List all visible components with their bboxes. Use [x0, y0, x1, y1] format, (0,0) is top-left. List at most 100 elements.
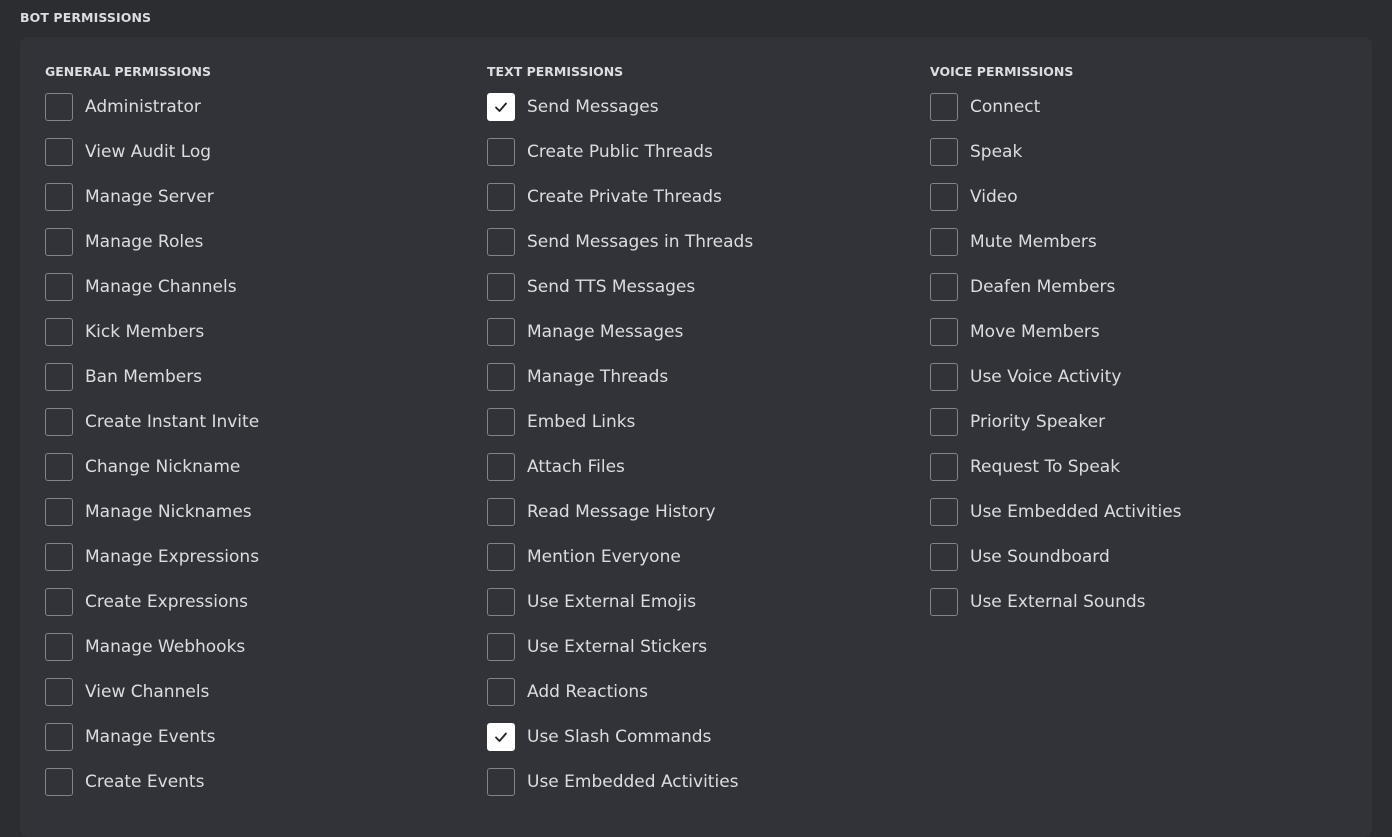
permission-row-voice-use-voice-activity[interactable]: Use Voice Activity: [930, 362, 1182, 392]
permission-row-text-use-external-stickers[interactable]: Use External Stickers: [487, 632, 753, 662]
permission-row-general-manage-server[interactable]: Manage Server: [45, 182, 259, 212]
permission-row-general-manage-roles[interactable]: Manage Roles: [45, 227, 259, 257]
permission-row-text-manage-messages[interactable]: Manage Messages: [487, 317, 753, 347]
permission-checkbox[interactable]: [45, 543, 73, 571]
permission-checkbox[interactable]: [45, 138, 73, 166]
permission-row-general-manage-channels[interactable]: Manage Channels: [45, 272, 259, 302]
permission-row-text-send-messages-in-threads[interactable]: Send Messages in Threads: [487, 227, 753, 257]
permission-checkbox[interactable]: [487, 588, 515, 616]
permission-checkbox[interactable]: [930, 498, 958, 526]
permission-row-text-create-public-threads[interactable]: Create Public Threads: [487, 137, 753, 167]
permission-checkbox[interactable]: [487, 363, 515, 391]
permission-row-voice-use-embedded-activities[interactable]: Use Embedded Activities: [930, 497, 1182, 527]
permission-row-general-kick-members[interactable]: Kick Members: [45, 317, 259, 347]
permission-checkbox[interactable]: [45, 93, 73, 121]
permission-row-general-manage-expressions[interactable]: Manage Expressions: [45, 542, 259, 572]
permission-row-text-embed-links[interactable]: Embed Links: [487, 407, 753, 437]
permission-row-text-attach-files[interactable]: Attach Files: [487, 452, 753, 482]
permission-label: Use External Emojis: [527, 592, 697, 612]
permission-row-text-use-embedded-activities[interactable]: Use Embedded Activities: [487, 767, 753, 797]
permission-row-voice-use-external-sounds[interactable]: Use External Sounds: [930, 587, 1182, 617]
permission-checkbox[interactable]: [930, 588, 958, 616]
permission-row-text-manage-threads[interactable]: Manage Threads: [487, 362, 753, 392]
permission-checkbox[interactable]: [930, 93, 958, 121]
permission-checkbox[interactable]: [45, 453, 73, 481]
permission-row-general-create-instant-invite[interactable]: Create Instant Invite: [45, 407, 259, 437]
permission-checkbox[interactable]: [487, 138, 515, 166]
permission-label: Manage Nicknames: [85, 502, 252, 522]
permission-checkbox[interactable]: [930, 183, 958, 211]
permission-row-voice-mute-members[interactable]: Mute Members: [930, 227, 1182, 257]
permission-checkbox[interactable]: [930, 453, 958, 481]
permission-checkbox[interactable]: [930, 543, 958, 571]
permission-checkbox[interactable]: [45, 633, 73, 661]
voice-permissions-heading: VOICE PERMISSIONS: [930, 64, 1074, 79]
permission-checkbox[interactable]: [45, 768, 73, 796]
permission-checkbox[interactable]: [487, 768, 515, 796]
permission-row-general-ban-members[interactable]: Ban Members: [45, 362, 259, 392]
permission-label: Connect: [970, 97, 1041, 117]
permission-row-voice-connect[interactable]: Connect: [930, 92, 1182, 122]
permission-checkbox[interactable]: [45, 408, 73, 436]
permission-checkbox[interactable]: [487, 498, 515, 526]
permission-checkbox[interactable]: [45, 318, 73, 346]
permission-row-text-send-messages[interactable]: Send Messages: [487, 92, 753, 122]
permission-checkbox[interactable]: [930, 273, 958, 301]
permission-checkbox[interactable]: [45, 363, 73, 391]
permission-checkbox[interactable]: [45, 498, 73, 526]
permission-row-general-manage-events[interactable]: Manage Events: [45, 722, 259, 752]
permission-label: View Audit Log: [85, 142, 212, 162]
permission-row-text-use-external-emojis[interactable]: Use External Emojis: [487, 587, 753, 617]
permission-row-text-use-slash-commands[interactable]: Use Slash Commands: [487, 722, 753, 752]
permission-row-voice-request-to-speak[interactable]: Request To Speak: [930, 452, 1182, 482]
voice-permissions-list: Connect Speak Video Mute Members Deafen Memb…: [930, 92, 1182, 617]
permission-row-text-add-reactions[interactable]: Add Reactions: [487, 677, 753, 707]
permission-label: Kick Members: [85, 322, 205, 342]
permission-row-general-manage-webhooks[interactable]: Manage Webhooks: [45, 632, 259, 662]
permission-checkbox[interactable]: [487, 93, 515, 121]
permission-row-voice-deafen-members[interactable]: Deafen Members: [930, 272, 1182, 302]
permission-row-general-create-expressions[interactable]: Create Expressions: [45, 587, 259, 617]
permission-label: Manage Messages: [527, 322, 684, 342]
permission-checkbox[interactable]: [487, 453, 515, 481]
permission-row-general-view-channels[interactable]: View Channels: [45, 677, 259, 707]
permission-checkbox[interactable]: [487, 543, 515, 571]
permission-row-voice-speak[interactable]: Speak: [930, 137, 1182, 167]
permission-checkbox[interactable]: [930, 408, 958, 436]
permission-checkbox[interactable]: [930, 363, 958, 391]
permission-label: Priority Speaker: [970, 412, 1106, 432]
permission-checkbox[interactable]: [45, 273, 73, 301]
permission-checkbox[interactable]: [487, 273, 515, 301]
permission-checkbox[interactable]: [487, 633, 515, 661]
permission-checkbox[interactable]: [45, 183, 73, 211]
permission-row-voice-move-members[interactable]: Move Members: [930, 317, 1182, 347]
permission-checkbox[interactable]: [487, 183, 515, 211]
permission-checkbox[interactable]: [45, 228, 73, 256]
permission-row-general-create-events[interactable]: Create Events: [45, 767, 259, 797]
permission-checkbox[interactable]: [930, 138, 958, 166]
permission-row-voice-priority-speaker[interactable]: Priority Speaker: [930, 407, 1182, 437]
permission-label: Create Private Threads: [527, 187, 722, 207]
permission-row-voice-video[interactable]: Video: [930, 182, 1182, 212]
permission-row-general-change-nickname[interactable]: Change Nickname: [45, 452, 259, 482]
permission-label: Send TTS Messages: [527, 277, 696, 297]
permission-checkbox[interactable]: [930, 318, 958, 346]
permission-row-text-send-tts-messages[interactable]: Send TTS Messages: [487, 272, 753, 302]
permission-row-text-mention-everyone[interactable]: Mention Everyone: [487, 542, 753, 572]
permission-label: Create Expressions: [85, 592, 249, 612]
permission-checkbox[interactable]: [487, 723, 515, 751]
permission-row-text-read-message-history[interactable]: Read Message History: [487, 497, 753, 527]
permission-checkbox[interactable]: [487, 408, 515, 436]
permission-row-voice-use-soundboard[interactable]: Use Soundboard: [930, 542, 1182, 572]
permission-checkbox[interactable]: [45, 678, 73, 706]
permission-row-general-manage-nicknames[interactable]: Manage Nicknames: [45, 497, 259, 527]
permission-checkbox[interactable]: [45, 723, 73, 751]
permission-checkbox[interactable]: [930, 228, 958, 256]
permission-checkbox[interactable]: [487, 228, 515, 256]
permission-row-general-view-audit-log[interactable]: View Audit Log: [45, 137, 259, 167]
permission-row-text-create-private-threads[interactable]: Create Private Threads: [487, 182, 753, 212]
permission-checkbox[interactable]: [487, 678, 515, 706]
permission-row-general-administrator[interactable]: Administrator: [45, 92, 259, 122]
permission-checkbox[interactable]: [45, 588, 73, 616]
permission-checkbox[interactable]: [487, 318, 515, 346]
